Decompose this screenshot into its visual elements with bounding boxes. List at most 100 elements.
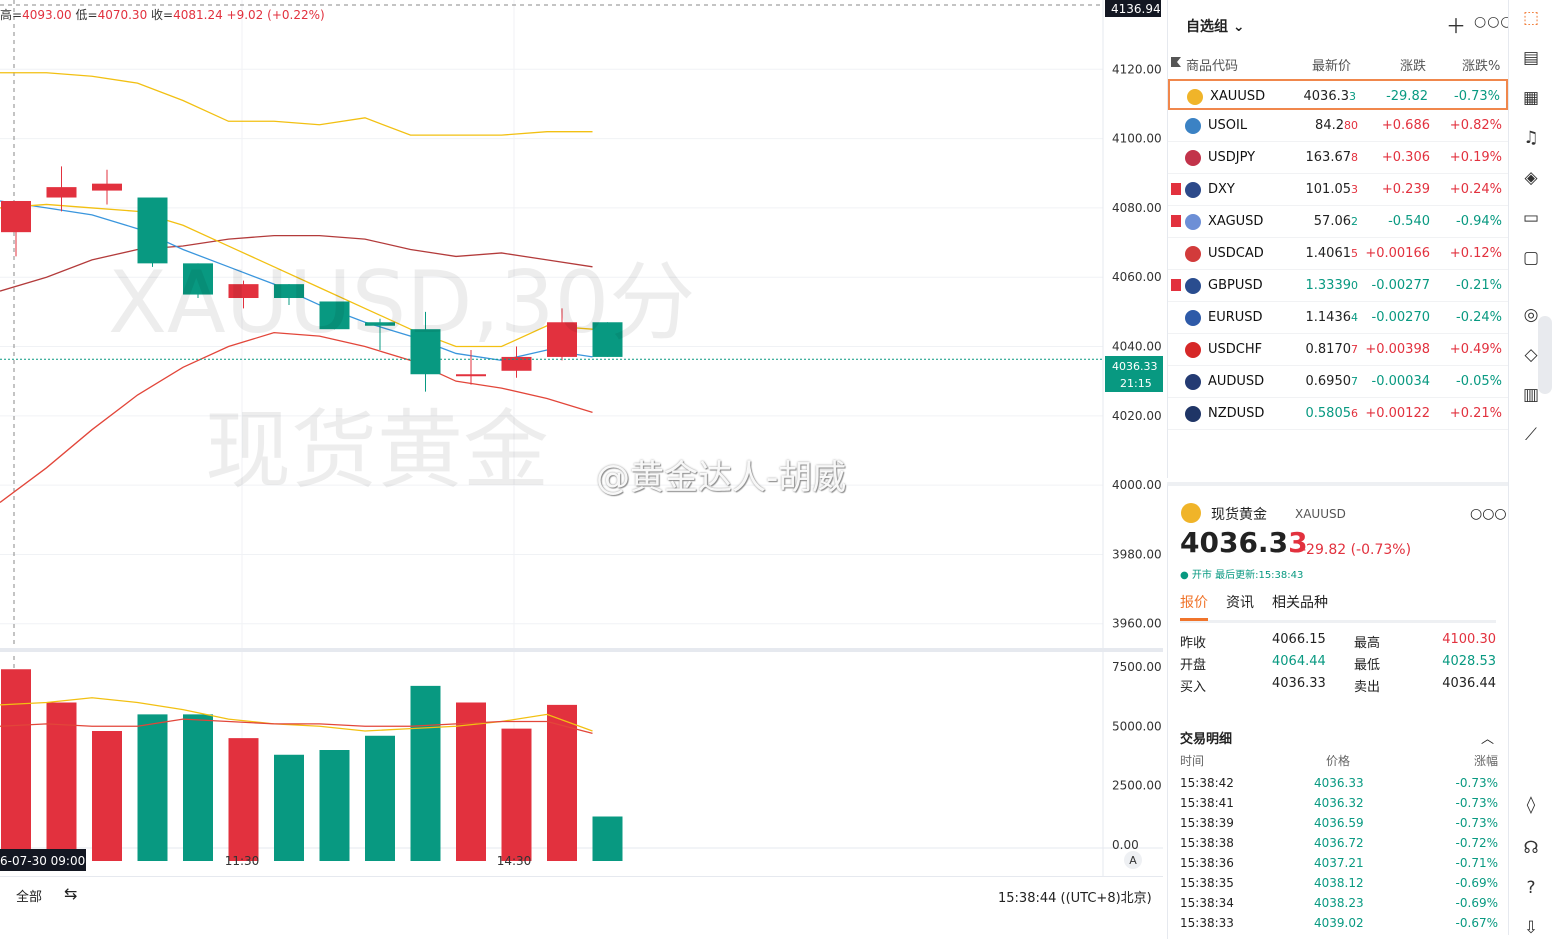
chevron-up-icon[interactable]: ︿ xyxy=(1481,728,1494,747)
symbol-detail-panel: 现货黄金 XAUUSD ○○○ 4036.33 -29.82 (-0.73%) … xyxy=(1167,482,1508,939)
flag-icon[interactable] xyxy=(1171,279,1181,291)
row-symbol: USDCAD xyxy=(1208,246,1264,261)
ohlc-high: 4093.00 xyxy=(22,8,72,22)
quote-value: 4036.33 xyxy=(1272,676,1326,691)
col-change-pct[interactable]: 涨跌% xyxy=(1462,55,1500,74)
trade-price: 4037.21 xyxy=(1314,856,1364,870)
trade-change: -0.69% xyxy=(1455,876,1498,890)
row-change: -0.540 xyxy=(1388,214,1430,229)
calendar-icon[interactable]: ▦ xyxy=(1520,88,1542,110)
compare-icon[interactable]: ⇆ xyxy=(64,884,77,903)
watchlist-row-xagusd[interactable]: XAGUSD 57.062 -0.540 -0.94% xyxy=(1168,206,1508,238)
flag-icon[interactable] xyxy=(1171,215,1181,227)
trade-row: 15:38:39 4036.59 -0.73% xyxy=(1180,816,1498,836)
flag-icon[interactable] xyxy=(1171,57,1181,67)
watchlist-row-audusd[interactable]: AUDUSD 0.69507 -0.00034 -0.05% xyxy=(1168,366,1508,398)
candle xyxy=(46,187,77,198)
trade-change: -0.71% xyxy=(1455,856,1498,870)
ohlc-close: 4081.24 xyxy=(173,8,223,22)
dxy-icon xyxy=(1185,182,1201,198)
row-symbol: EURUSD xyxy=(1208,310,1263,325)
quote-value: 4064.44 xyxy=(1272,654,1326,669)
strategy-icon[interactable]: ⟋ xyxy=(1520,425,1542,447)
col-last[interactable]: 最新价 xyxy=(1312,55,1351,74)
more-icon[interactable]: ○○○ xyxy=(1470,506,1507,522)
col-change[interactable]: 涨跌 xyxy=(1400,55,1426,74)
watchlist-row-dxy[interactable]: DXY 101.053 +0.239 +0.24% xyxy=(1168,174,1508,206)
watchlist-row-gbpusd[interactable]: GBPUSD 1.33390 -0.00277 -0.21% xyxy=(1168,270,1508,302)
clock-timezone[interactable]: 15:38:44 ((UTC+8)北京) xyxy=(998,887,1152,906)
row-symbol: XAGUSD xyxy=(1208,214,1264,229)
ma-yellow-line xyxy=(0,72,593,136)
volume-bar xyxy=(274,754,304,861)
row-change-pct: -0.73% xyxy=(1454,89,1500,104)
video-icon[interactable]: ▭ xyxy=(1520,208,1542,230)
row-change-pct: -0.24% xyxy=(1456,310,1502,325)
volume-bar xyxy=(228,738,259,861)
time-cursor-text: 6-07-30 09:00 xyxy=(0,854,85,868)
candle xyxy=(1,200,31,233)
volume-bar xyxy=(319,750,350,861)
xauusd-icon xyxy=(1187,89,1203,105)
volume-bar xyxy=(46,702,77,861)
eurusd-icon xyxy=(1185,310,1201,326)
watchlist-row-xauusd[interactable]: XAUUSD 4036.33 -29.82 -0.73% xyxy=(1168,79,1508,110)
watchlist-row-eurusd[interactable]: EURUSD 1.14364 -0.00270 -0.24% xyxy=(1168,302,1508,334)
trade-row: 15:38:36 4037.21 -0.71% xyxy=(1180,856,1498,876)
layers-icon[interactable]: ◈ xyxy=(1520,168,1542,190)
detail-tabs: 报价 资讯 相关品种 xyxy=(1180,592,1496,623)
row-price: 101.053 xyxy=(1305,182,1359,197)
row-symbol: USDCHF xyxy=(1208,342,1263,357)
watchlist-row-usdjpy[interactable]: USDJPY 163.678 +0.306 +0.19% xyxy=(1168,142,1508,174)
download-icon[interactable]: ⇩ xyxy=(1520,918,1542,940)
watchlist-row-usdchf[interactable]: USDCHF 0.81707 +0.00398 +0.49% xyxy=(1168,334,1508,366)
news-icon[interactable]: ▤ xyxy=(1520,48,1542,70)
volume-bar xyxy=(137,714,168,861)
ohlc-low: 4070.30 xyxy=(97,8,148,22)
trade-price: 4039.02 xyxy=(1314,916,1364,930)
row-price: 1.14364 xyxy=(1305,310,1359,325)
row-change: +0.306 xyxy=(1381,150,1430,165)
time-label: 11:30 xyxy=(225,854,260,868)
col-symbol[interactable]: 商品代码 xyxy=(1186,55,1238,74)
watchlist-rows: XAUUSD 4036.33 -29.82 -0.73% USOIL 84.280 +0.6… xyxy=(1168,79,1508,430)
quote-value: 4036.44 xyxy=(1442,676,1496,691)
alert-icon[interactable]: ♫ xyxy=(1520,128,1542,150)
row-price: 1.40615 xyxy=(1305,246,1359,261)
tab-quote[interactable]: 报价 xyxy=(1180,592,1208,621)
market-status: ● 开市 最后更新:15:38:43 xyxy=(1180,570,1304,581)
candle xyxy=(92,183,122,191)
price-chart[interactable]: 4120.00 4100.00 4080.00 4060.00 4040.00 4020.… xyxy=(0,0,1163,876)
trade-price: 4036.32 xyxy=(1314,796,1364,810)
watchlist-icon[interactable]: ⬚ xyxy=(1520,8,1542,30)
support-icon[interactable]: ☊ xyxy=(1520,838,1542,860)
help-icon[interactable]: ? xyxy=(1520,878,1542,900)
row-change: +0.00166 xyxy=(1365,246,1430,261)
tab-news[interactable]: 资讯 xyxy=(1226,592,1254,612)
right-sidebar: ⬚ ▤ ▦ ♫ ◈ ▭ ▢ ◎ ◇ ▥ ⟋ ◊ ☊? ⇩ xyxy=(1508,0,1552,938)
range-all-button[interactable]: 全部 xyxy=(16,886,42,905)
watchlist-row-usdcad[interactable]: USDCAD 1.40615 +0.00166 +0.12% xyxy=(1168,238,1508,270)
row-change-pct: +0.19% xyxy=(1449,150,1502,165)
price-tick: 4060.00 xyxy=(1112,270,1162,284)
tab-related[interactable]: 相关品种 xyxy=(1272,592,1328,612)
add-symbol-icon[interactable]: ＋ xyxy=(1446,10,1466,39)
watchlist-header: 商品代码 最新价 涨跌 涨跌% xyxy=(1168,52,1508,74)
watchlist-row-nzdusd[interactable]: NZDUSD 0.58056 +0.00122 +0.21% xyxy=(1168,398,1508,430)
chat-icon[interactable]: ▢ xyxy=(1520,248,1542,270)
watchlist-title[interactable]: 自选组 ⌄ xyxy=(1186,16,1245,36)
row-symbol: NZDUSD xyxy=(1208,406,1265,421)
row-change: +0.239 xyxy=(1381,182,1430,197)
trade-price: 4036.59 xyxy=(1314,816,1364,830)
row-change: +0.00398 xyxy=(1365,342,1430,357)
panel-resize-handle[interactable] xyxy=(1538,316,1552,394)
watchlist-row-usoil[interactable]: USOIL 84.280 +0.686 +0.82% xyxy=(1168,110,1508,142)
trade-row: 15:38:35 4038.12 -0.69% xyxy=(1180,876,1498,896)
quote-value: 4066.15 xyxy=(1272,632,1326,647)
price-tick: 4000.00 xyxy=(1112,478,1162,492)
handshake-icon[interactable]: ◊ xyxy=(1520,795,1542,817)
quote-value: 4100.30 xyxy=(1442,632,1496,647)
row-change: -0.00277 xyxy=(1371,278,1430,293)
flag-icon[interactable] xyxy=(1171,183,1181,195)
trade-time: 15:38:42 xyxy=(1180,776,1234,790)
